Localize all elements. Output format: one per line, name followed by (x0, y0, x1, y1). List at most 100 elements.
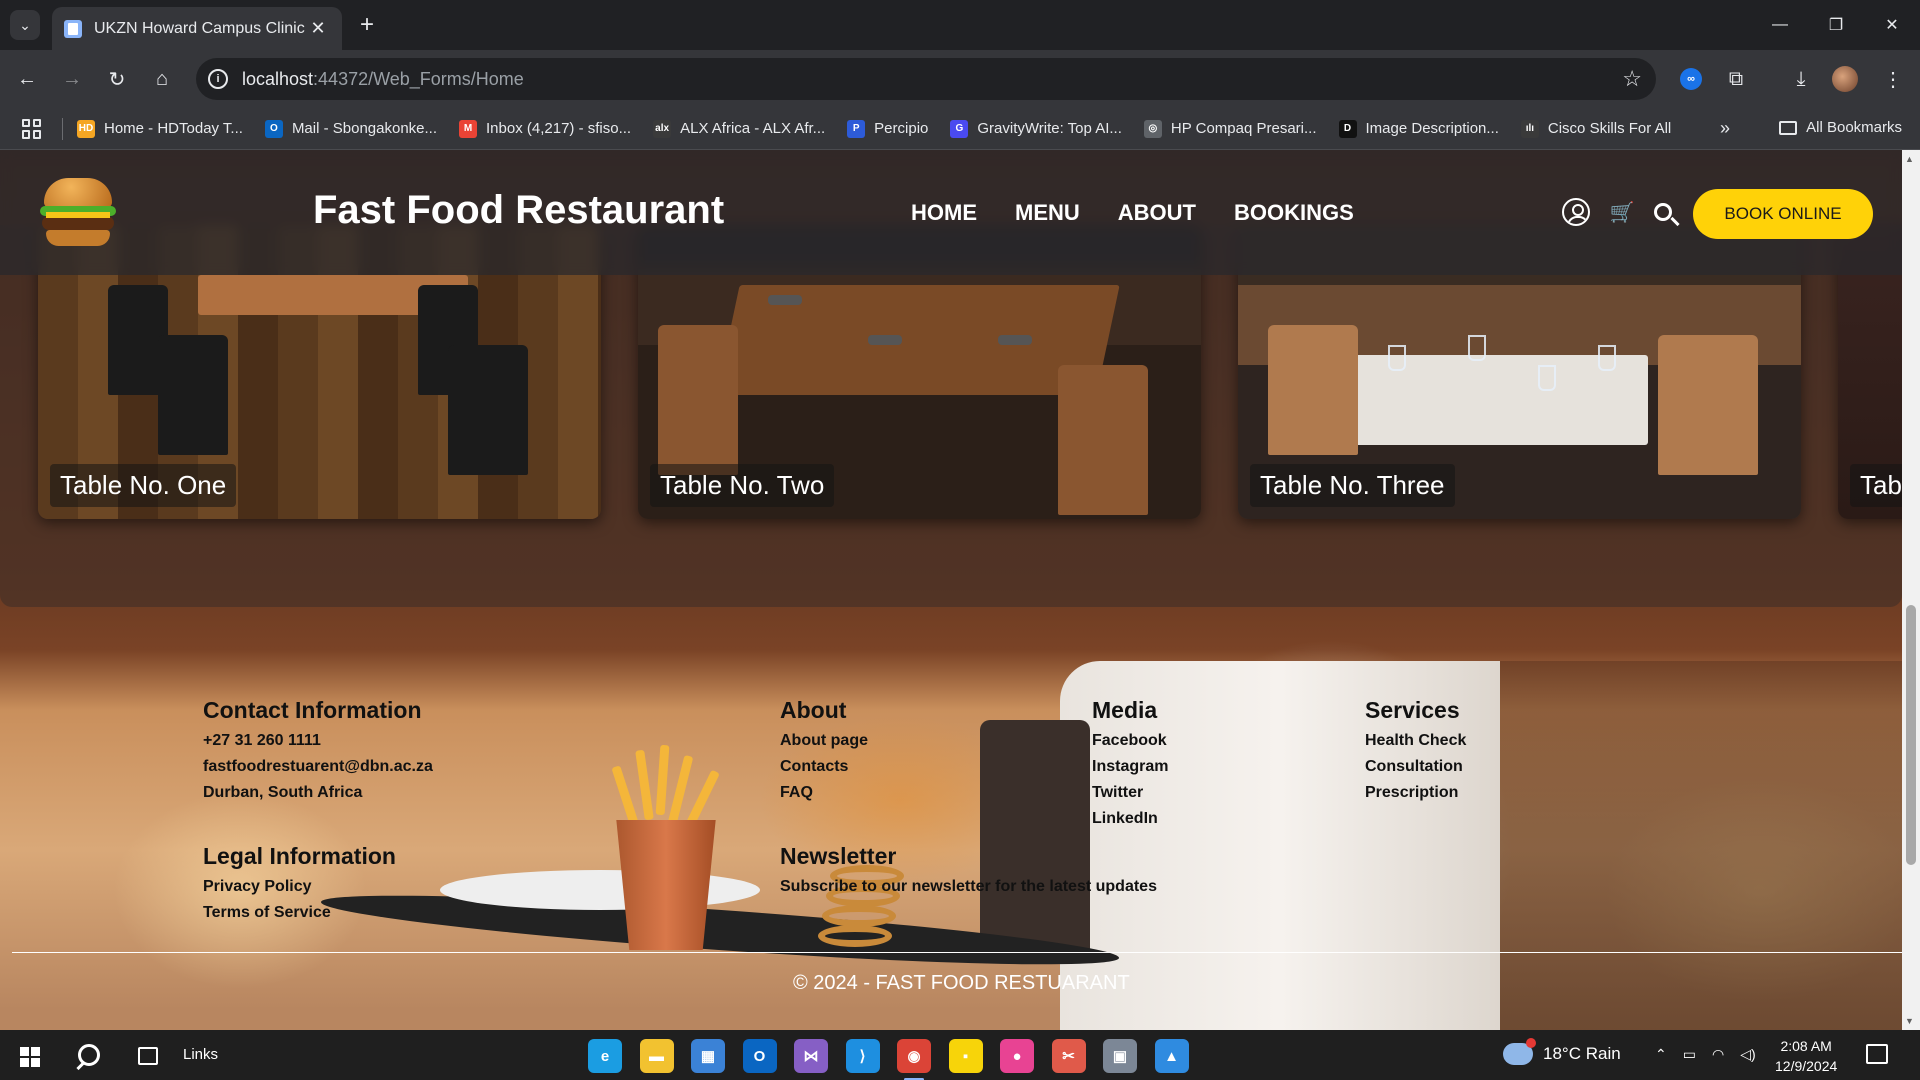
url-path: :44372/Web_Forms/Home (313, 68, 524, 89)
image-description-icon: D (1338, 119, 1357, 138)
cart-icon[interactable]: 🛒 (1606, 196, 1638, 228)
bookmark-item[interactable]: P Percipio (847, 119, 929, 138)
tab-search-button[interactable]: ⌄ (10, 10, 40, 40)
bookmarks-bar: HD Home - HDToday T... O Mail - Sbongakonke… (0, 108, 1920, 150)
more-bookmarks-chevron-icon[interactable]: » (1720, 118, 1730, 139)
footer-link-twitter[interactable]: Twitter (1092, 780, 1168, 806)
nav-home[interactable]: HOME (911, 200, 977, 226)
sticky-notes-icon[interactable]: ▪ (948, 1039, 983, 1073)
book-online-button[interactable]: BOOK ONLINE (1693, 189, 1873, 239)
bookmark-label: Home - HDToday T... (104, 120, 243, 137)
bookmark-item[interactable]: HD Home - HDToday T... (77, 119, 243, 138)
footer-link-prescription[interactable]: Prescription (1365, 780, 1466, 806)
footer-link-terms[interactable]: Terms of Service (203, 900, 396, 926)
user-account-icon[interactable] (1560, 196, 1592, 228)
extension-icon[interactable]: ∞ (1674, 62, 1708, 96)
restore-icon[interactable]: ❐ (1808, 0, 1864, 50)
volume-icon[interactable]: ◁) (1740, 1046, 1755, 1063)
extensions-puzzle-icon[interactable]: ⧉ (1719, 62, 1753, 96)
footer-link-health-check[interactable]: Health Check (1365, 728, 1466, 754)
address-bar[interactable]: i localhost :44372/Web_Forms/Home ☆ (196, 58, 1656, 100)
footer-link-instagram[interactable]: Instagram (1092, 754, 1168, 780)
bookmark-star-icon[interactable]: ☆ (1622, 66, 1642, 92)
browser-tab-active[interactable]: UKZN Howard Campus Clinic ✕ (52, 7, 342, 50)
weather-widget[interactable]: 18°C Rain (1503, 1038, 1621, 1065)
footer-heading-about: About (780, 697, 847, 723)
plate-image (440, 870, 760, 910)
apps-grid-icon[interactable] (22, 118, 42, 139)
scrollbar-thumb[interactable] (1906, 605, 1916, 865)
bookmark-item[interactable]: G GravityWrite: Top AI... (950, 119, 1122, 138)
back-arrow-icon[interactable]: ← (12, 64, 42, 94)
nav-menu[interactable]: MENU (1015, 200, 1080, 226)
footer-heading-media: Media (1092, 697, 1158, 723)
taskbar-clock[interactable]: 2:08 AM 12/9/2024 (1775, 1036, 1837, 1076)
footer-heading-newsletter: Newsletter (780, 843, 897, 869)
footer-link-linkedin[interactable]: LinkedIn (1092, 806, 1168, 832)
file-explorer-icon[interactable]: ▬ (639, 1039, 674, 1073)
minimize-icon[interactable]: — (1752, 0, 1808, 50)
snipping-tool-icon[interactable]: ✂ (1051, 1039, 1086, 1073)
start-windows-icon[interactable] (20, 1047, 40, 1067)
footer-link-privacy[interactable]: Privacy Policy (203, 874, 396, 900)
download-icon[interactable]: ⤓ (1784, 62, 1818, 96)
forward-arrow-icon[interactable]: → (57, 64, 87, 94)
edge-icon[interactable]: e (588, 1039, 622, 1073)
footer-email[interactable]: fastfoodrestuarent@dbn.ac.za (203, 754, 433, 780)
site-header: Fast Food Restaurant HOME MENU ABOUT BOO… (0, 150, 1902, 275)
burger-logo[interactable] (40, 178, 116, 248)
bookmark-item[interactable]: ılı Cisco Skills For All (1520, 119, 1671, 138)
page-scrollbar[interactable]: ▲ ▼ (1902, 150, 1920, 1030)
search-icon[interactable] (1647, 196, 1679, 228)
reload-icon[interactable]: ↻ (102, 64, 132, 94)
taskbar-links-toolbar[interactable]: Links (183, 1046, 218, 1063)
scroll-up-arrow-icon[interactable]: ▲ (1905, 154, 1914, 164)
paint-icon[interactable]: ● (1000, 1039, 1034, 1073)
bookmark-item[interactable]: alx ALX Africa - ALX Afr... (653, 119, 825, 138)
footer-phone: +27 31 260 1111 (203, 732, 321, 749)
gmail-icon: M (459, 119, 478, 138)
battery-icon[interactable]: ▭ (1683, 1046, 1696, 1063)
close-tab-icon[interactable]: ✕ (306, 18, 330, 39)
footer-link-facebook[interactable]: Facebook (1092, 728, 1168, 754)
table-card-label: Table No. Three (1250, 464, 1455, 507)
bookmark-item[interactable]: D Image Description... (1338, 119, 1499, 138)
task-view-icon[interactable] (138, 1047, 158, 1065)
close-window-icon[interactable]: ✕ (1864, 0, 1920, 50)
bookmark-label: HP Compaq Presari... (1170, 120, 1317, 137)
visual-studio-icon[interactable]: ⋈ (794, 1039, 828, 1073)
wifi-icon[interactable]: ◠ (1712, 1046, 1724, 1063)
store-icon[interactable]: ▦ (691, 1039, 725, 1073)
notification-center-icon[interactable] (1866, 1044, 1888, 1064)
bookmark-item[interactable]: M Inbox (4,217) - sfiso... (459, 119, 631, 138)
site-info-icon[interactable]: i (208, 69, 228, 89)
all-bookmarks-label: All Bookmarks (1806, 119, 1902, 136)
footer-link-faq[interactable]: FAQ (780, 780, 868, 806)
bookmark-label: Percipio (874, 120, 929, 137)
hp-support-icon[interactable]: ▣ (1103, 1039, 1137, 1073)
nav-about[interactable]: ABOUT (1118, 200, 1196, 226)
bookmark-item[interactable]: O Mail - Sbongakonke... (264, 119, 437, 138)
browser-menu-icon[interactable]: ⋮ (1876, 62, 1910, 96)
footer-legal: Legal Information Privacy Policy Terms o… (203, 843, 396, 926)
clock-date: 12/9/2024 (1775, 1058, 1838, 1074)
nav-bookings[interactable]: BOOKINGS (1234, 200, 1354, 226)
photos-icon[interactable]: ▲ (1154, 1039, 1189, 1073)
site-title: Fast Food Restaurant (313, 188, 725, 232)
footer-link-consultation[interactable]: Consultation (1365, 754, 1466, 780)
taskbar-search-icon[interactable] (76, 1042, 102, 1068)
home-icon[interactable]: ⌂ (147, 64, 177, 94)
footer-link-about-page[interactable]: About page (780, 728, 868, 754)
new-tab-button[interactable]: + (352, 10, 382, 40)
all-bookmarks-button[interactable]: All Bookmarks (1779, 119, 1902, 136)
table-card-label: Table No. Two (650, 464, 835, 507)
bookmark-item[interactable]: ◎ HP Compaq Presari... (1143, 119, 1317, 138)
vscode-icon[interactable]: ⟩ (845, 1039, 880, 1073)
scroll-down-arrow-icon[interactable]: ▼ (1905, 1016, 1914, 1026)
outlook-app-icon[interactable]: O (742, 1039, 777, 1073)
profile-avatar[interactable] (1828, 62, 1862, 96)
chrome-icon[interactable]: ◉ (897, 1039, 931, 1080)
tray-chevron-icon[interactable]: ⌃ (1655, 1046, 1667, 1063)
percipio-icon: P (847, 119, 866, 138)
footer-link-contacts[interactable]: Contacts (780, 754, 868, 780)
